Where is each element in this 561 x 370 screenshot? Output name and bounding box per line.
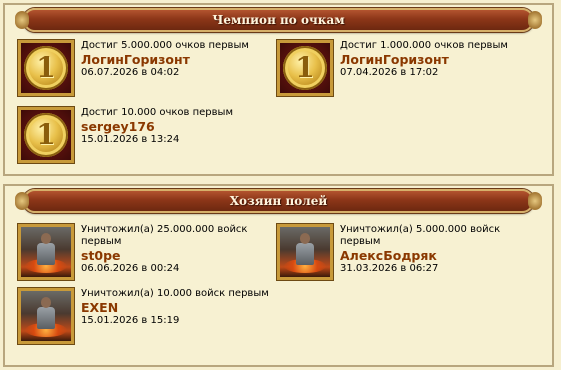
- achievement-entry: 1 Достиг 10.000 очков первым sergey176 1…: [17, 106, 281, 165]
- warrior-figure: [284, 233, 326, 273]
- warrior-portrait-icon: [17, 223, 75, 281]
- coin-number: 1: [24, 113, 68, 157]
- header-cap-right: [528, 11, 542, 29]
- achievement-date: 15.01.2026 в 13:24: [81, 134, 180, 145]
- achievement-date: 06.06.2026 в 00:24: [81, 263, 180, 274]
- section-title: Хозяин полей: [229, 194, 328, 208]
- achievement-entry: Уничтожил(а) 10.000 войск первым EXEN 15…: [17, 287, 281, 346]
- gold-coin-icon: 1: [17, 39, 75, 97]
- warrior-portrait-icon: [17, 287, 75, 345]
- achievement-date: 06.07.2026 в 04:02: [81, 67, 180, 78]
- section-title: Чемпион по очкам: [212, 13, 345, 27]
- achievement-description: Уничтожил(а) 10.000 войск первым: [81, 288, 269, 299]
- achievement-description: Достиг 1.000.000 очков первым: [340, 40, 508, 51]
- player-name-link[interactable]: ЛогинГоризонт: [340, 52, 540, 67]
- player-name-link[interactable]: АлексБодряк: [340, 248, 540, 263]
- warrior-figure: [25, 233, 67, 273]
- achievement-entry: Уничтожил(а) 25.000.000 войск первым st0…: [17, 223, 281, 282]
- achievement-entry: Уничтожил(а) 5.000.000 войск первым Алек…: [276, 223, 540, 282]
- section-champion-points: Чемпион по очкам 1 Достиг 5.000.000 очко…: [3, 3, 554, 176]
- player-name-link[interactable]: ЛогинГоризонт: [81, 52, 281, 67]
- achievement-date: 07.04.2026 в 17:02: [340, 67, 439, 78]
- header-cap-right: [528, 192, 542, 210]
- section-header: Хозяин полей: [15, 189, 542, 213]
- player-name-link[interactable]: st0pe: [81, 248, 281, 263]
- achievement-entry: 1 Достиг 5.000.000 очков первым ЛогинГор…: [17, 39, 281, 98]
- achievement-description: Достиг 10.000 очков первым: [81, 107, 233, 118]
- section-header: Чемпион по очкам: [15, 8, 542, 32]
- player-name-link[interactable]: EXEN: [81, 300, 281, 315]
- header-cap-left: [15, 11, 29, 29]
- achievement-description: Уничтожил(а) 5.000.000 войск первым: [340, 224, 501, 247]
- warrior-portrait-icon: [276, 223, 334, 281]
- achievement-date: 31.03.2026 в 06:27: [340, 263, 439, 274]
- header-cap-left: [15, 192, 29, 210]
- achievement-entry: 1 Достиг 1.000.000 очков первым ЛогинГор…: [276, 39, 540, 98]
- achievement-description: Уничтожил(а) 25.000.000 войск первым: [81, 224, 248, 247]
- achievement-description: Достиг 5.000.000 очков первым: [81, 40, 249, 51]
- player-name-link[interactable]: sergey176: [81, 119, 281, 134]
- coin-number: 1: [24, 46, 68, 90]
- gold-coin-icon: 1: [17, 106, 75, 164]
- warrior-figure: [25, 297, 67, 337]
- gold-coin-icon: 1: [276, 39, 334, 97]
- achievement-date: 15.01.2026 в 15:19: [81, 315, 180, 326]
- coin-number: 1: [283, 46, 327, 90]
- section-master-of-fields: Хозяин полей Уничтожил(а) 25.000.000 вой…: [3, 184, 554, 367]
